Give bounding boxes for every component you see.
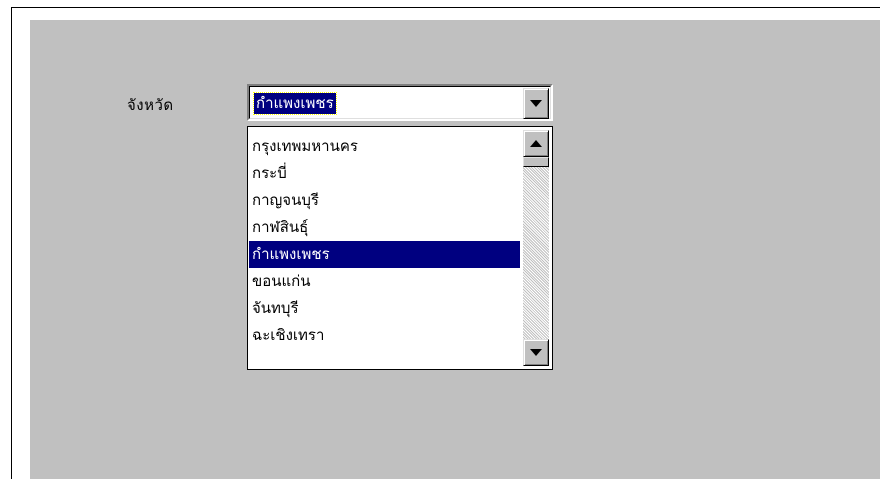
chevron-down-icon [530,100,542,107]
list-item[interactable]: ฉะเชิงเทรา [249,322,520,349]
scroll-thumb[interactable] [523,157,549,167]
province-label: จังหวัด [127,96,174,114]
province-dropdown-list[interactable]: กรุงเทพมหานคร กระบี่ กาญจนบุรี กาฬสินธุ์ กำแ… [247,126,553,370]
list-item-selected[interactable]: กำแพงเพชร [249,241,520,268]
combobox-field[interactable]: กำแพงเพชร [249,86,551,119]
list-item[interactable]: กาญจนบุรี [249,187,520,214]
scroll-up-button[interactable] [523,130,549,157]
vertical-scrollbar[interactable] [523,130,549,366]
scroll-down-arrow-icon [530,349,542,356]
list-item[interactable]: จันทบุรี [249,295,520,322]
province-combobox[interactable]: กำแพงเพชร [247,84,553,121]
list-item[interactable]: กระบี่ [249,160,520,187]
list-item[interactable]: กรุงเทพมหานคร [249,133,520,160]
list-item[interactable]: ขอนแก่น [249,268,520,295]
dropdown-button[interactable] [523,88,549,119]
combobox-selected-value[interactable]: กำแพงเพชร [253,92,337,115]
scroll-down-button[interactable] [523,339,549,366]
scroll-up-arrow-icon [530,140,542,147]
list-item[interactable]: กาฬสินธุ์ [249,214,520,241]
dropdown-items: กรุงเทพมหานคร กระบี่ กาญจนบุรี กาฬสินธุ์ กำแ… [249,133,520,349]
